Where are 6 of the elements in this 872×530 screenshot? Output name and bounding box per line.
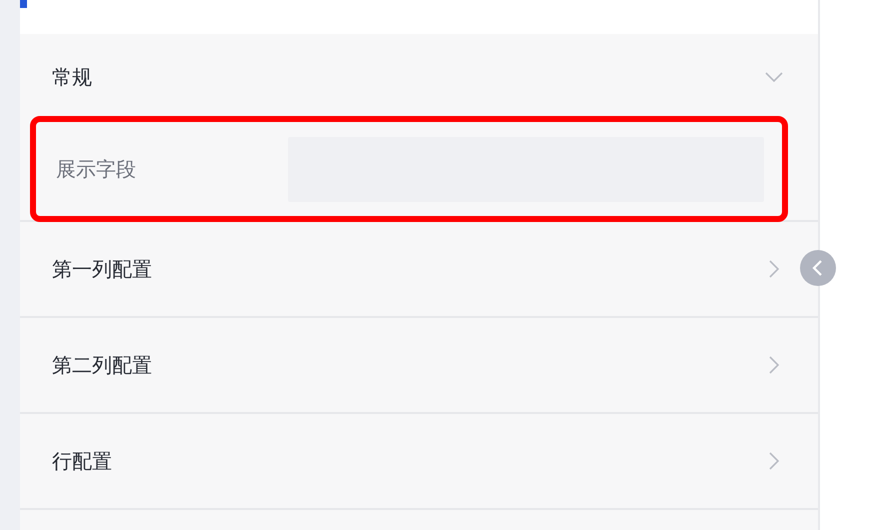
- field-label: 展示字段: [56, 156, 137, 182]
- section-row[interactable]: 行配置: [20, 414, 818, 510]
- section-marker: [20, 0, 27, 8]
- section-row[interactable]: 第二列配置: [20, 318, 818, 414]
- collapse-button[interactable]: [800, 250, 836, 286]
- group-header[interactable]: 常规: [20, 34, 818, 120]
